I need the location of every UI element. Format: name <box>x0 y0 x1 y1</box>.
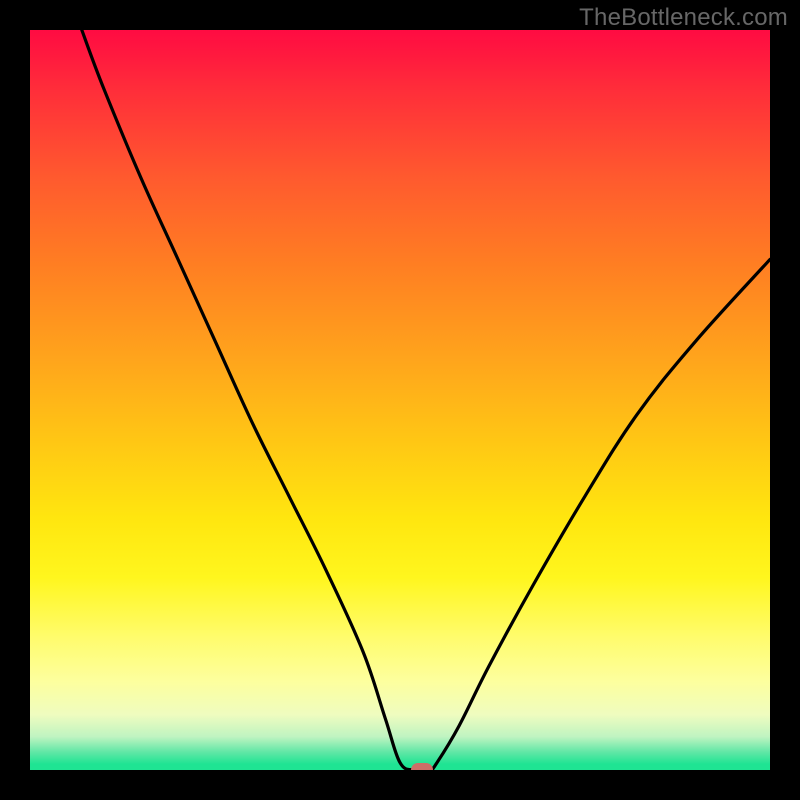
bottleneck-curve <box>30 30 770 770</box>
chart-frame: TheBottleneck.com <box>0 0 800 800</box>
minimum-marker <box>411 763 433 770</box>
watermark-text: TheBottleneck.com <box>579 4 788 32</box>
plot-area <box>30 30 770 770</box>
curve-path <box>82 30 770 770</box>
